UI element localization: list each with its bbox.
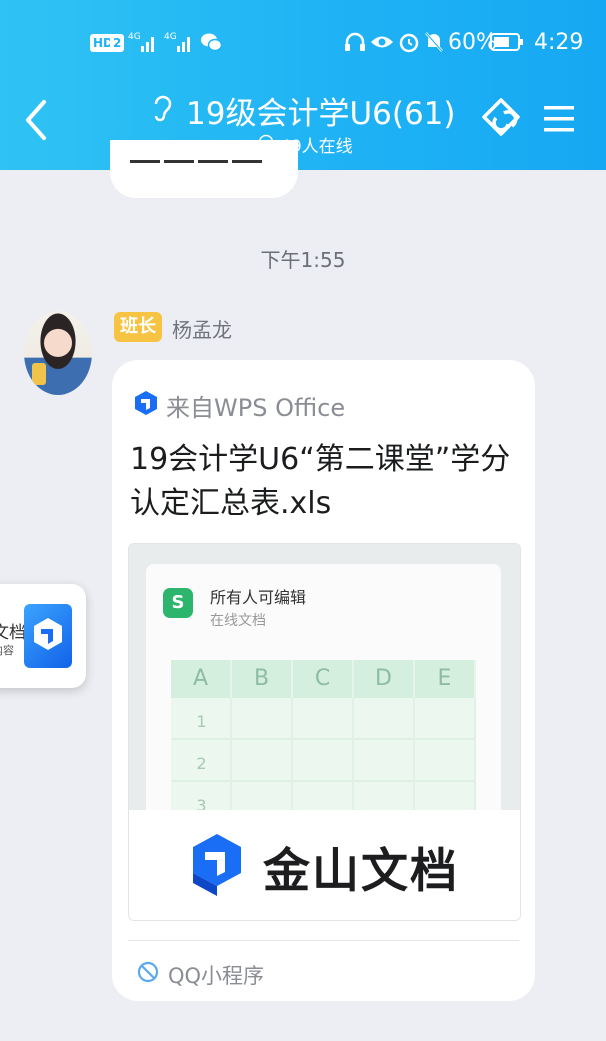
column-header: B [232,660,293,698]
clock: 4:29 [534,30,584,55]
row-label: 2 [196,754,207,773]
column-header-row: A B C D E [171,660,476,698]
back-button[interactable] [22,96,52,144]
kingsoft-docs-logo-icon [193,834,241,896]
group-title-text: 19级会计学U6(61) [186,96,456,132]
card-source: 来自WPS Office [166,394,346,422]
svg-text:4G: 4G [128,32,141,42]
previous-message-bubble[interactable] [110,140,298,198]
wechat-icon [201,33,222,52]
card-title: 19会计学U6“第二课堂”学分认定汇总表.xls [130,442,511,521]
avatar[interactable] [24,311,92,395]
eye-icon [371,36,393,48]
floating-tab-sublabel: 内容 [0,644,14,657]
sheet-preview: S 所有人可编辑 在线文档 A B C D E 1 2 3 [146,564,501,824]
mini-program-icon [137,961,159,983]
mini-program-label: QQ小程序 [168,964,265,988]
wps-logo-icon [135,391,157,415]
avatar-detail [32,363,46,385]
row-label: 1 [196,712,207,731]
chat-header: HD 2 4G 4G 60% 4:29 19级会计学U6(61) 49人在线 [0,0,606,170]
shared-file-card[interactable]: 来自WPS Office 19会计学U6“第二课堂”学分认定汇总表.xls S … [112,360,535,1001]
group-shortcut-icon[interactable] [478,96,524,142]
status-bar: HD 2 4G 4G 60% 4:29 [0,0,606,86]
menu-icon[interactable] [542,102,576,136]
signal-icon: 4G [128,32,154,52]
permission-label: 所有人可编辑 [210,588,307,607]
floating-docs-tab[interactable]: 文档 内容 [0,584,86,688]
brand-name: 金山文档 [263,844,459,899]
column-header: C [293,660,354,698]
previous-message-text [130,148,280,170]
alarm-icon [399,33,419,53]
signal-icon-2: 4G [164,32,190,52]
spreadsheet-grid: A B C D E 1 2 3 [171,660,476,824]
group-title[interactable]: 19级会计学U6(61) [150,88,456,132]
ear-icon [154,95,172,122]
svg-text:4G: 4G [164,32,177,42]
headphones-icon [345,32,365,51]
role-badge: 班长 [114,312,162,342]
kingsoft-docs-icon [24,604,72,668]
sheet-icon: S [163,588,193,618]
mute-bell-icon [425,32,443,52]
doc-type-label: 在线文档 [210,613,266,629]
brand-banner: 金山文档 [129,810,520,920]
column-header: D [354,660,415,698]
floating-tab-label: 文档 [0,623,26,643]
column-header: A [171,660,232,698]
message-timestamp: 下午1:55 [260,248,346,272]
sim-badge: 2 [110,34,125,52]
preview-background: S 所有人可编辑 在线文档 A B C D E 1 2 3 [129,544,520,824]
file-preview: S 所有人可编辑 在线文档 A B C D E 1 2 3 金山文档 [128,543,521,921]
card-divider [128,940,519,941]
sender-name[interactable]: 杨孟龙 [172,314,232,343]
battery-icon [490,33,523,51]
column-header: E [415,660,476,698]
